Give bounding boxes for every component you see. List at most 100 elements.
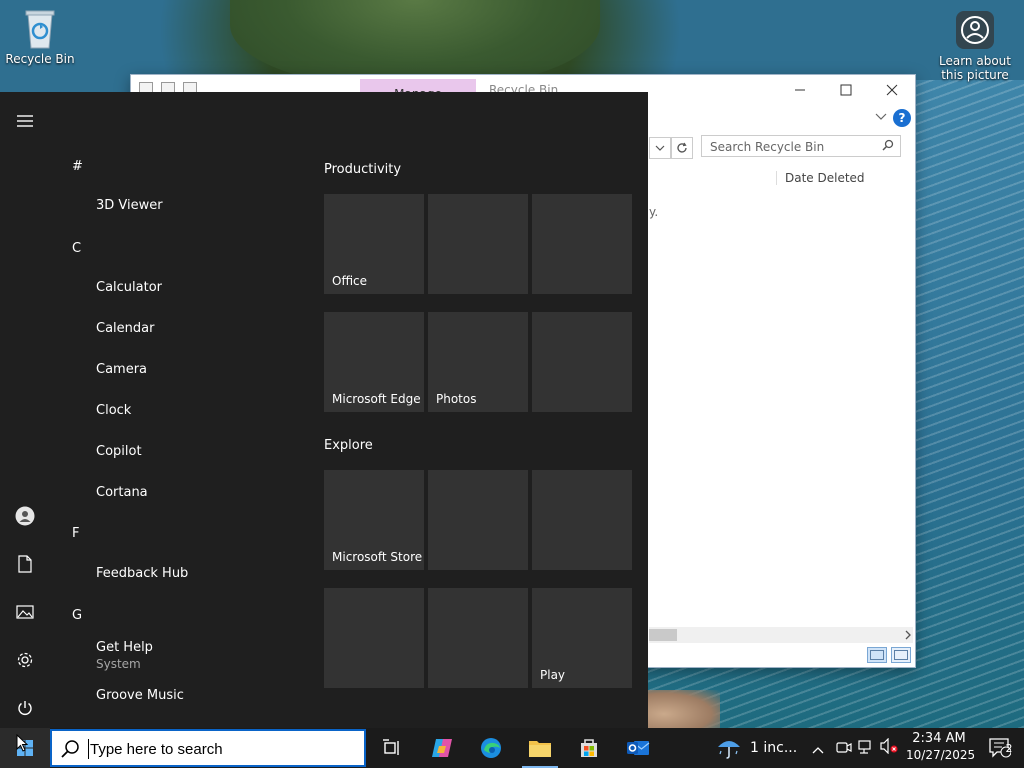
help-button[interactable]: ? [893, 109, 911, 127]
settings-button[interactable] [0, 640, 50, 680]
volume-button[interactable] [880, 737, 898, 758]
taskbar-app-copilot[interactable] [418, 728, 466, 768]
tile-empty[interactable] [428, 588, 528, 688]
app-calendar[interactable]: Calendar [96, 321, 154, 336]
empty-folder-text: y. [649, 205, 659, 219]
group-letter-c[interactable]: C [72, 241, 81, 256]
documents-icon [18, 555, 32, 573]
desktop-icon-label: Recycle Bin [5, 52, 75, 66]
app-label: Clock [96, 403, 132, 418]
app-label: Get Help [96, 640, 153, 655]
tile-empty[interactable] [428, 194, 528, 294]
task-view-icon [383, 739, 399, 755]
tile-play[interactable]: Play [532, 588, 632, 688]
app-copilot[interactable]: Copilot [96, 444, 142, 459]
tile-label: Play [540, 668, 566, 682]
clock-time: 2:34 AM [912, 731, 966, 746]
tile-photos[interactable]: Photos [428, 312, 528, 412]
tile-microsoft-edge[interactable]: Microsoft Edge [324, 312, 424, 412]
documents-button[interactable] [0, 544, 50, 584]
maximize-button[interactable] [823, 75, 869, 105]
tile-empty[interactable] [532, 312, 632, 412]
app-camera[interactable]: Camera [96, 362, 147, 377]
tile-empty[interactable] [428, 470, 528, 570]
app-category-label: System [96, 657, 141, 671]
details-view-button[interactable] [867, 647, 887, 663]
task-view-button[interactable] [368, 728, 416, 768]
tile-empty[interactable] [532, 194, 632, 294]
weather-text: 1 inc... [750, 740, 798, 756]
pictures-button[interactable] [0, 592, 50, 632]
app-calculator[interactable]: Calculator [96, 280, 162, 295]
large-icons-view-button[interactable] [891, 647, 911, 663]
taskbar-app-microsoft-store[interactable] [565, 728, 613, 768]
start-button[interactable] [0, 728, 50, 768]
maximize-icon [840, 84, 852, 96]
user-icon [15, 506, 35, 526]
app-get-help[interactable]: Get Help System [96, 640, 153, 671]
scroll-right-icon[interactable] [905, 627, 911, 643]
tile-empty[interactable] [324, 588, 424, 688]
tile-empty[interactable] [532, 470, 632, 570]
app-label: Copilot [96, 444, 142, 459]
scrollbar-thumb[interactable] [649, 629, 677, 641]
meet-now-button[interactable] [836, 739, 852, 758]
outlook-icon [627, 741, 650, 755]
tile-microsoft-store[interactable]: Microsoft Store [324, 470, 424, 570]
desktop-icon-learn-about-picture[interactable]: Learn about this picture [934, 10, 1016, 82]
explorer-search-input[interactable]: Search Recycle Bin [701, 135, 901, 157]
start-menu-rail [0, 92, 50, 728]
folder-icon [529, 741, 551, 757]
tile-label: Microsoft Edge [332, 392, 421, 406]
taskbar: Type here to search 1 inc... 2:34 AM 10/… [0, 728, 1024, 768]
copilot-icon [432, 739, 452, 757]
tile-office[interactable]: Office [324, 194, 424, 294]
refresh-button[interactable] [671, 137, 693, 159]
minimize-icon [795, 89, 805, 91]
user-account-button[interactable] [0, 496, 50, 536]
network-icon [858, 739, 871, 754]
close-icon [886, 84, 898, 96]
taskbar-clock[interactable]: 2:34 AM 10/27/2025 [906, 731, 975, 763]
pinned-tiles: Productivity Office Microsoft Edge Photo… [324, 92, 648, 728]
group-letter-hash[interactable]: # [72, 159, 83, 174]
app-feedback-hub[interactable]: Feedback Hub [96, 566, 188, 581]
tile-label: Microsoft Store [332, 550, 423, 564]
group-letter-f[interactable]: F [72, 526, 79, 541]
network-button[interactable] [858, 739, 874, 758]
action-center-button[interactable]: 2 [980, 728, 1020, 768]
app-clock[interactable]: Clock [96, 403, 131, 418]
power-button[interactable] [0, 688, 50, 728]
taskbar-search-box[interactable]: Type here to search [50, 729, 366, 767]
column-header-date-deleted[interactable]: Date Deleted [776, 171, 865, 185]
app-cortana[interactable]: Cortana [96, 485, 148, 500]
app-label: Calculator [96, 280, 163, 295]
app-label: Groove Music [96, 688, 184, 703]
close-button[interactable] [869, 75, 915, 105]
minimize-button[interactable] [777, 75, 823, 105]
wallpaper-rock [640, 690, 720, 728]
taskbar-app-file-explorer[interactable] [516, 728, 564, 768]
desktop-icon-recycle-bin[interactable]: Recycle Bin [0, 8, 80, 66]
chevron-up-icon [812, 746, 824, 753]
expand-menu-button[interactable] [0, 101, 50, 141]
app-groove-music[interactable]: Groove Music [96, 688, 184, 703]
hamburger-icon [17, 115, 33, 127]
expand-ribbon-button[interactable] [875, 111, 887, 124]
app-3d-viewer[interactable]: 3D Viewer [96, 198, 163, 213]
chevron-down-icon [875, 113, 887, 120]
taskbar-app-edge[interactable] [467, 728, 515, 768]
weather-widget[interactable]: 1 inc... [716, 728, 797, 768]
show-hidden-icons-button[interactable] [812, 739, 824, 758]
address-history-dropdown[interactable] [649, 137, 671, 159]
horizontal-scrollbar[interactable] [649, 627, 913, 643]
notification-count: 2 [1005, 742, 1013, 755]
desktop-icon-label: Learn about this picture [939, 54, 1011, 82]
app-label: 3D Viewer [96, 198, 163, 213]
search-icon [60, 739, 80, 763]
section-title-productivity[interactable]: Productivity [324, 162, 401, 177]
group-letter-g[interactable]: G [72, 608, 82, 623]
app-label: Camera [96, 362, 148, 377]
section-title-explore[interactable]: Explore [324, 438, 373, 453]
taskbar-app-outlook[interactable] [614, 728, 662, 768]
